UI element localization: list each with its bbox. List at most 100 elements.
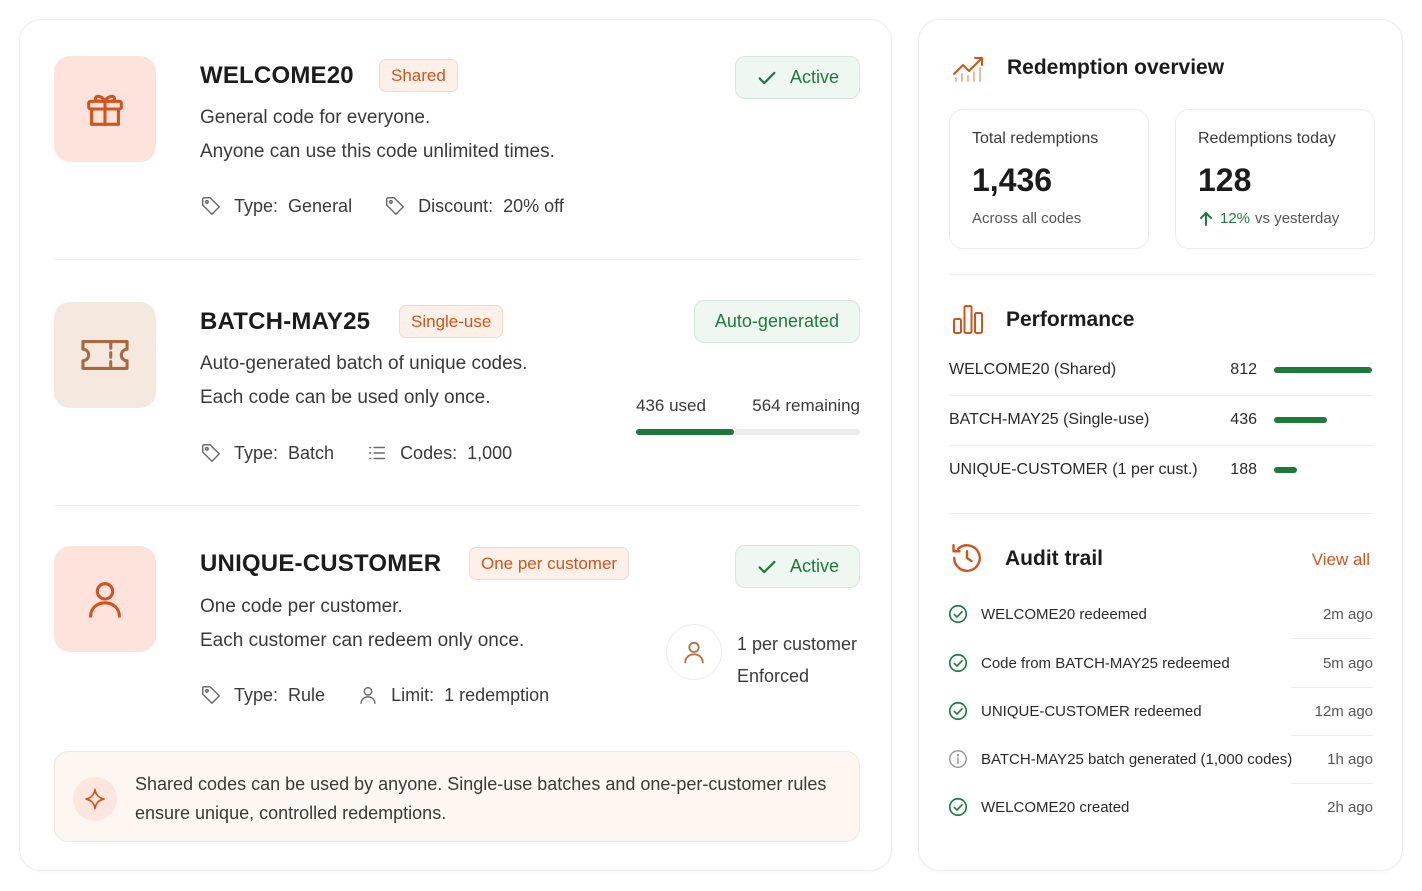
- bar-chart-icon: [951, 302, 985, 341]
- performance-bar: [1274, 367, 1372, 373]
- used-count: 436 used: [636, 396, 706, 415]
- performance-row: UNIQUE-CUSTOMER (1 per cust.) 188: [949, 446, 1373, 494]
- audit-row[interactable]: WELCOME20 created 2h ago: [947, 783, 1373, 831]
- redemptions-today-card: Redemptions today 128 12% vs yesterday: [1175, 109, 1375, 249]
- audit-row[interactable]: BATCH-MAY25 batch generated (1,000 codes…: [947, 735, 1373, 783]
- code-title: BATCH-MAY25: [200, 308, 371, 335]
- info-circle-icon: [947, 748, 981, 770]
- audit-row[interactable]: UNIQUE-CUSTOMER redeemed 12m ago: [947, 687, 1373, 735]
- description-line: Each customer can redeem only once.: [200, 630, 525, 651]
- list-icon: [368, 446, 386, 460]
- history-icon: [949, 540, 985, 581]
- audit-text: UNIQUE-CUSTOMER redeemed: [981, 702, 1202, 720]
- audit-time: 2m ago: [1322, 605, 1373, 623]
- description-line: Anyone can use this code unlimited times…: [200, 141, 555, 162]
- customer-icon: [666, 624, 722, 680]
- check-circle-icon: [947, 700, 981, 722]
- audit-text: WELCOME20 created: [981, 798, 1130, 816]
- ticket-icon: [54, 302, 156, 408]
- code-description: Auto-generated batch of unique codes. Ea…: [200, 347, 527, 415]
- audit-title: Audit trail: [1005, 547, 1103, 570]
- remaining-count: 564 remaining: [752, 396, 860, 415]
- meta-value: 1 redemption: [444, 684, 550, 705]
- user-icon: [54, 546, 156, 652]
- meta-value: 20% off: [503, 195, 564, 216]
- status-badge: Active: [734, 545, 860, 588]
- usage-progress-fill: [636, 429, 734, 435]
- tag-icon: [202, 686, 220, 704]
- total-redemptions-card: Total redemptions 1,436 Across all codes: [949, 109, 1149, 249]
- meta-value: 1,000: [467, 442, 513, 463]
- tag-icon: [202, 197, 220, 215]
- check-circle-icon: [947, 652, 981, 674]
- type-tag: Single-use: [399, 305, 504, 338]
- performance-row: BATCH-MAY25 (Single-use) 436: [949, 396, 1373, 444]
- meta-value: General: [288, 195, 353, 216]
- change-context: vs yesterday: [1255, 210, 1340, 227]
- user-outline-icon: [360, 686, 376, 704]
- meta-value: Rule: [288, 684, 326, 705]
- usage-progress-bar: [636, 429, 860, 435]
- change-percent: 12%: [1220, 210, 1251, 227]
- enforcement-limit: 1 per customer: [737, 634, 858, 654]
- audit-row[interactable]: Code from BATCH-MAY25 redeemed 5m ago: [947, 639, 1373, 687]
- description-line: One code per customer.: [200, 596, 403, 617]
- audit-row[interactable]: WELCOME20 redeemed 2m ago: [947, 590, 1373, 638]
- note-text: Shared codes can be used by anyone. Sing…: [135, 774, 827, 823]
- description-line: Auto-generated batch of unique codes.: [200, 353, 528, 374]
- audit-time: 5m ago: [1322, 654, 1373, 672]
- gift-icon: [54, 56, 156, 162]
- code-title: UNIQUE-CUSTOMER: [200, 550, 442, 577]
- stat-label: Redemptions today: [1198, 130, 1336, 147]
- code-description: One code per customer. Each customer can…: [200, 590, 524, 658]
- status-label: Active: [789, 67, 839, 87]
- description-line: Each code can be used only once.: [200, 387, 491, 408]
- stat-value: 1,436: [972, 162, 1053, 198]
- meta-value: Batch: [288, 442, 335, 463]
- code-card-batch-may25[interactable]: BATCH-MAY25 Single-use Auto-generated Au…: [54, 300, 860, 502]
- check-circle-icon: [947, 796, 981, 818]
- performance-count: 436: [1230, 411, 1257, 428]
- enforcement-status: Enforced: [737, 666, 810, 686]
- performance-count: 812: [1230, 361, 1257, 378]
- code-meta: Type: Batch Codes: 1,000: [200, 442, 544, 464]
- audit-time: 12m ago: [1314, 702, 1373, 720]
- audit-text: BATCH-MAY25 batch generated (1,000 codes…: [981, 750, 1293, 768]
- divider: [949, 274, 1373, 275]
- meta-label: Type:: [234, 684, 279, 705]
- usage-labels: 436 used 564 remaining: [636, 396, 860, 416]
- stat-subtext: 12% vs yesterday: [1198, 210, 1339, 227]
- info-note: Shared codes can be used by anyone. Sing…: [54, 751, 860, 842]
- meta-label: Limit:: [391, 684, 435, 705]
- overview-title: Redemption overview: [1007, 56, 1225, 79]
- performance-code-name: UNIQUE-CUSTOMER (1 per cust.): [949, 461, 1198, 478]
- description-line: General code for everyone.: [200, 107, 431, 128]
- status-label: Auto-generated: [714, 311, 839, 331]
- meta-label: Discount:: [418, 195, 494, 216]
- audit-text: WELCOME20 redeemed: [981, 605, 1147, 623]
- audit-time: 1h ago: [1327, 750, 1373, 768]
- code-card-welcome20[interactable]: WELCOME20 Shared Active General code for…: [54, 56, 860, 256]
- stat-value: 128: [1198, 162, 1252, 198]
- divider: [949, 513, 1373, 514]
- code-description: General code for everyone. Anyone can us…: [200, 101, 555, 169]
- performance-row: WELCOME20 (Shared) 812: [949, 346, 1373, 394]
- meta-label: Type:: [234, 442, 279, 463]
- performance-title: Performance: [1006, 308, 1135, 331]
- sparkle-icon: [73, 777, 117, 821]
- code-meta: Type: Rule Limit: 1 redemption: [200, 684, 581, 706]
- insights-panel: Redemption overview Total redemptions 1,…: [918, 19, 1403, 871]
- performance-bar: [1274, 417, 1327, 423]
- code-card-unique-customer[interactable]: UNIQUE-CUSTOMER One per customer Active …: [54, 545, 860, 746]
- arrow-up-icon: [1200, 211, 1212, 226]
- type-tag: Shared: [379, 59, 458, 92]
- status-badge: Active: [734, 56, 860, 99]
- status-badge: Auto-generated: [693, 300, 860, 343]
- performance-code-name: BATCH-MAY25 (Single-use): [949, 411, 1150, 428]
- status-label: Active: [789, 556, 839, 576]
- tag-icon: [202, 444, 220, 462]
- check-circle-icon: [947, 603, 981, 625]
- performance-bar: [1274, 467, 1297, 473]
- code-meta: Type: General Discount: 20% off: [200, 195, 596, 217]
- view-all-link[interactable]: View all: [1312, 550, 1370, 570]
